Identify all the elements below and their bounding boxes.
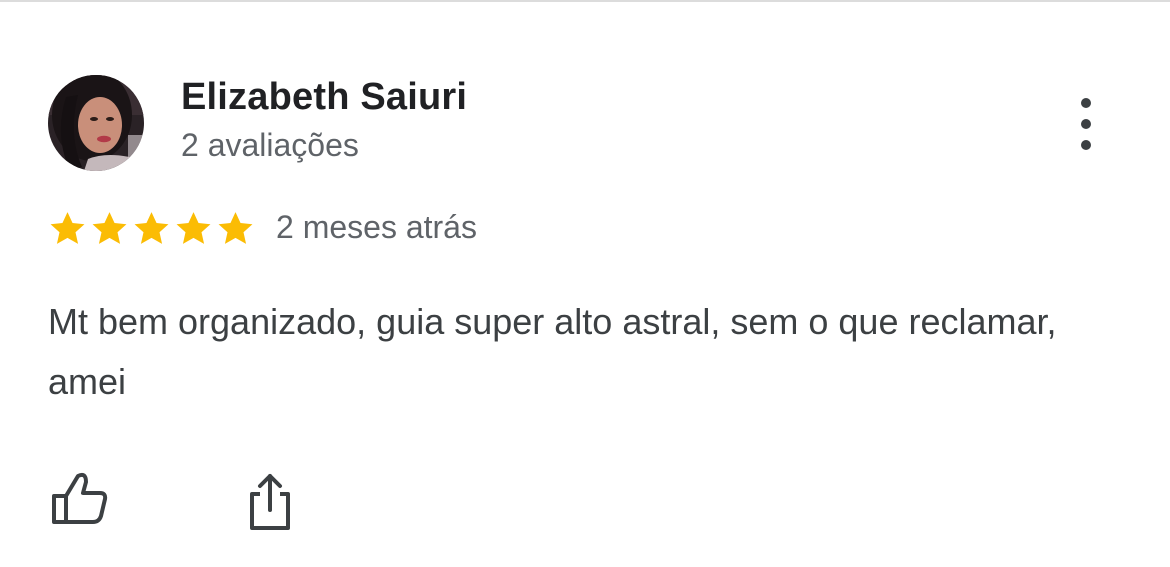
more-vert-icon-dot [1081,119,1091,129]
review-card: Elizabeth Saiuri 2 avaliações 2 meses at… [0,2,1170,567]
thumb-up-icon [52,472,108,524]
star-icon [174,209,213,248]
review-text: Mt bem organizado, guia super alto astra… [48,301,1057,402]
review-date: 2 meses atrás [276,209,477,245]
star-icon [48,209,87,248]
star-icon [90,209,129,248]
avatar[interactable] [48,75,144,171]
share-button[interactable] [244,472,296,532]
more-options-button[interactable] [1068,94,1104,154]
more-vert-icon [1081,98,1091,108]
star-icon [216,209,255,248]
avatar-image [48,75,144,171]
star-icon [132,209,171,248]
review-count: 2 avaliações [181,127,359,163]
reviewer-name[interactable]: Elizabeth Saiuri [181,76,467,119]
like-button[interactable] [50,468,110,528]
star-rating [48,209,255,248]
more-vert-icon-dot [1081,140,1091,150]
share-icon [250,474,290,530]
